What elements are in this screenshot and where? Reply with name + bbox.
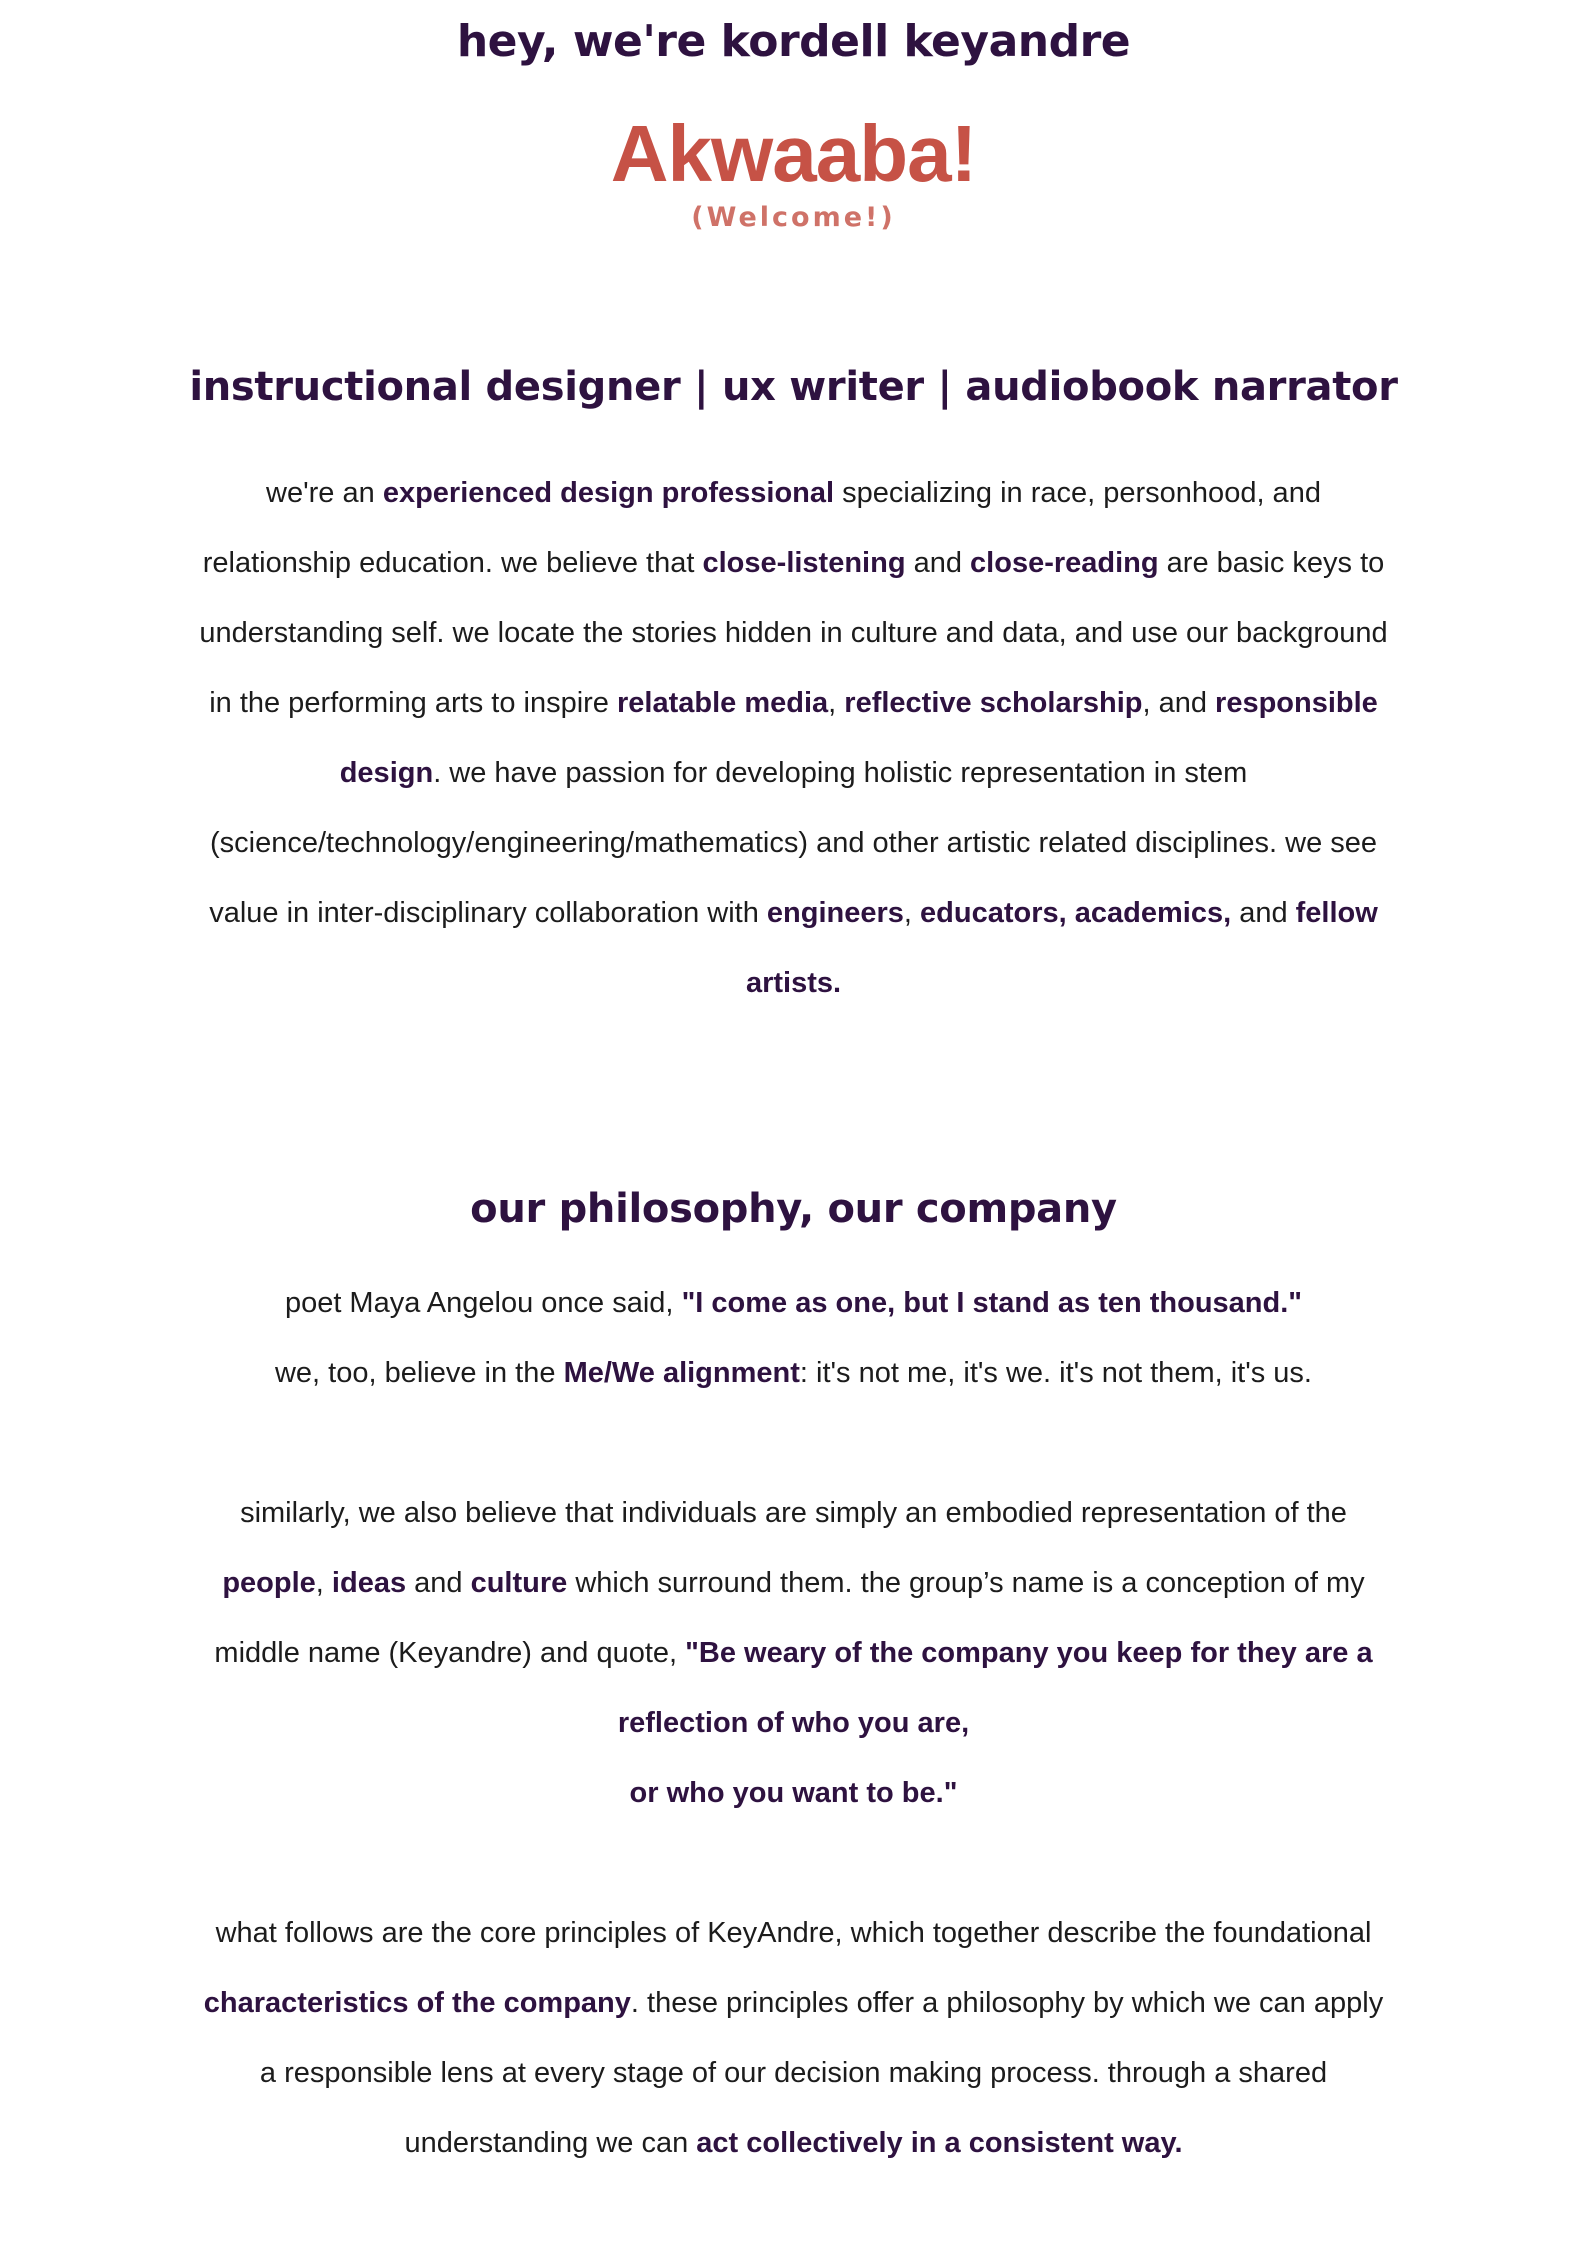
bold-text: reflective scholarship bbox=[844, 687, 1143, 719]
bold-text: act collectively in a consistent way. bbox=[696, 2127, 1183, 2159]
bold-text: engineers bbox=[766, 897, 904, 929]
bold-text: close-reading bbox=[970, 547, 1159, 579]
bold-text: people bbox=[222, 1567, 316, 1599]
philosophy-paragraph-1: poet Maya Angelou once said, "I come as … bbox=[274, 1287, 1312, 1389]
roles-heading: instructional designer | ux writer | aud… bbox=[189, 364, 1398, 410]
bold-text: characteristics of the company bbox=[203, 1987, 631, 2019]
philosophy-paragraph-2: similarly, we also believe that individu… bbox=[214, 1497, 1373, 1809]
welcome-title: Akwaaba! bbox=[610, 109, 977, 198]
bold-text: culture bbox=[470, 1567, 568, 1599]
philosophy-paragraph-3: what follows are the core principles of … bbox=[203, 1917, 1384, 2159]
philosophy-heading: our philosophy, our company bbox=[470, 1186, 1117, 1232]
bold-text: relatable media bbox=[617, 687, 829, 719]
bold-text: Me/We alignment bbox=[563, 1357, 800, 1389]
quote-text: or who you want to be." bbox=[629, 1777, 958, 1809]
page: hey, we're kordell keyandre Akwaaba! (We… bbox=[0, 0, 1587, 2245]
quote-text: "Be weary of the company you keep for th… bbox=[617, 1637, 1373, 1739]
greeting-heading: hey, we're kordell keyandre bbox=[456, 16, 1131, 67]
quote-text: "I come as one, but I stand as ten thous… bbox=[681, 1287, 1303, 1319]
welcome-subtitle: (Welcome!) bbox=[691, 202, 896, 233]
bold-text: close-listening bbox=[702, 547, 906, 579]
bold-text: educators, academics, bbox=[920, 897, 1232, 929]
bold-text: ideas bbox=[331, 1567, 407, 1599]
bold-text: experienced design professional bbox=[382, 477, 835, 509]
intro-paragraph: we're an experienced design professional… bbox=[199, 477, 1388, 999]
